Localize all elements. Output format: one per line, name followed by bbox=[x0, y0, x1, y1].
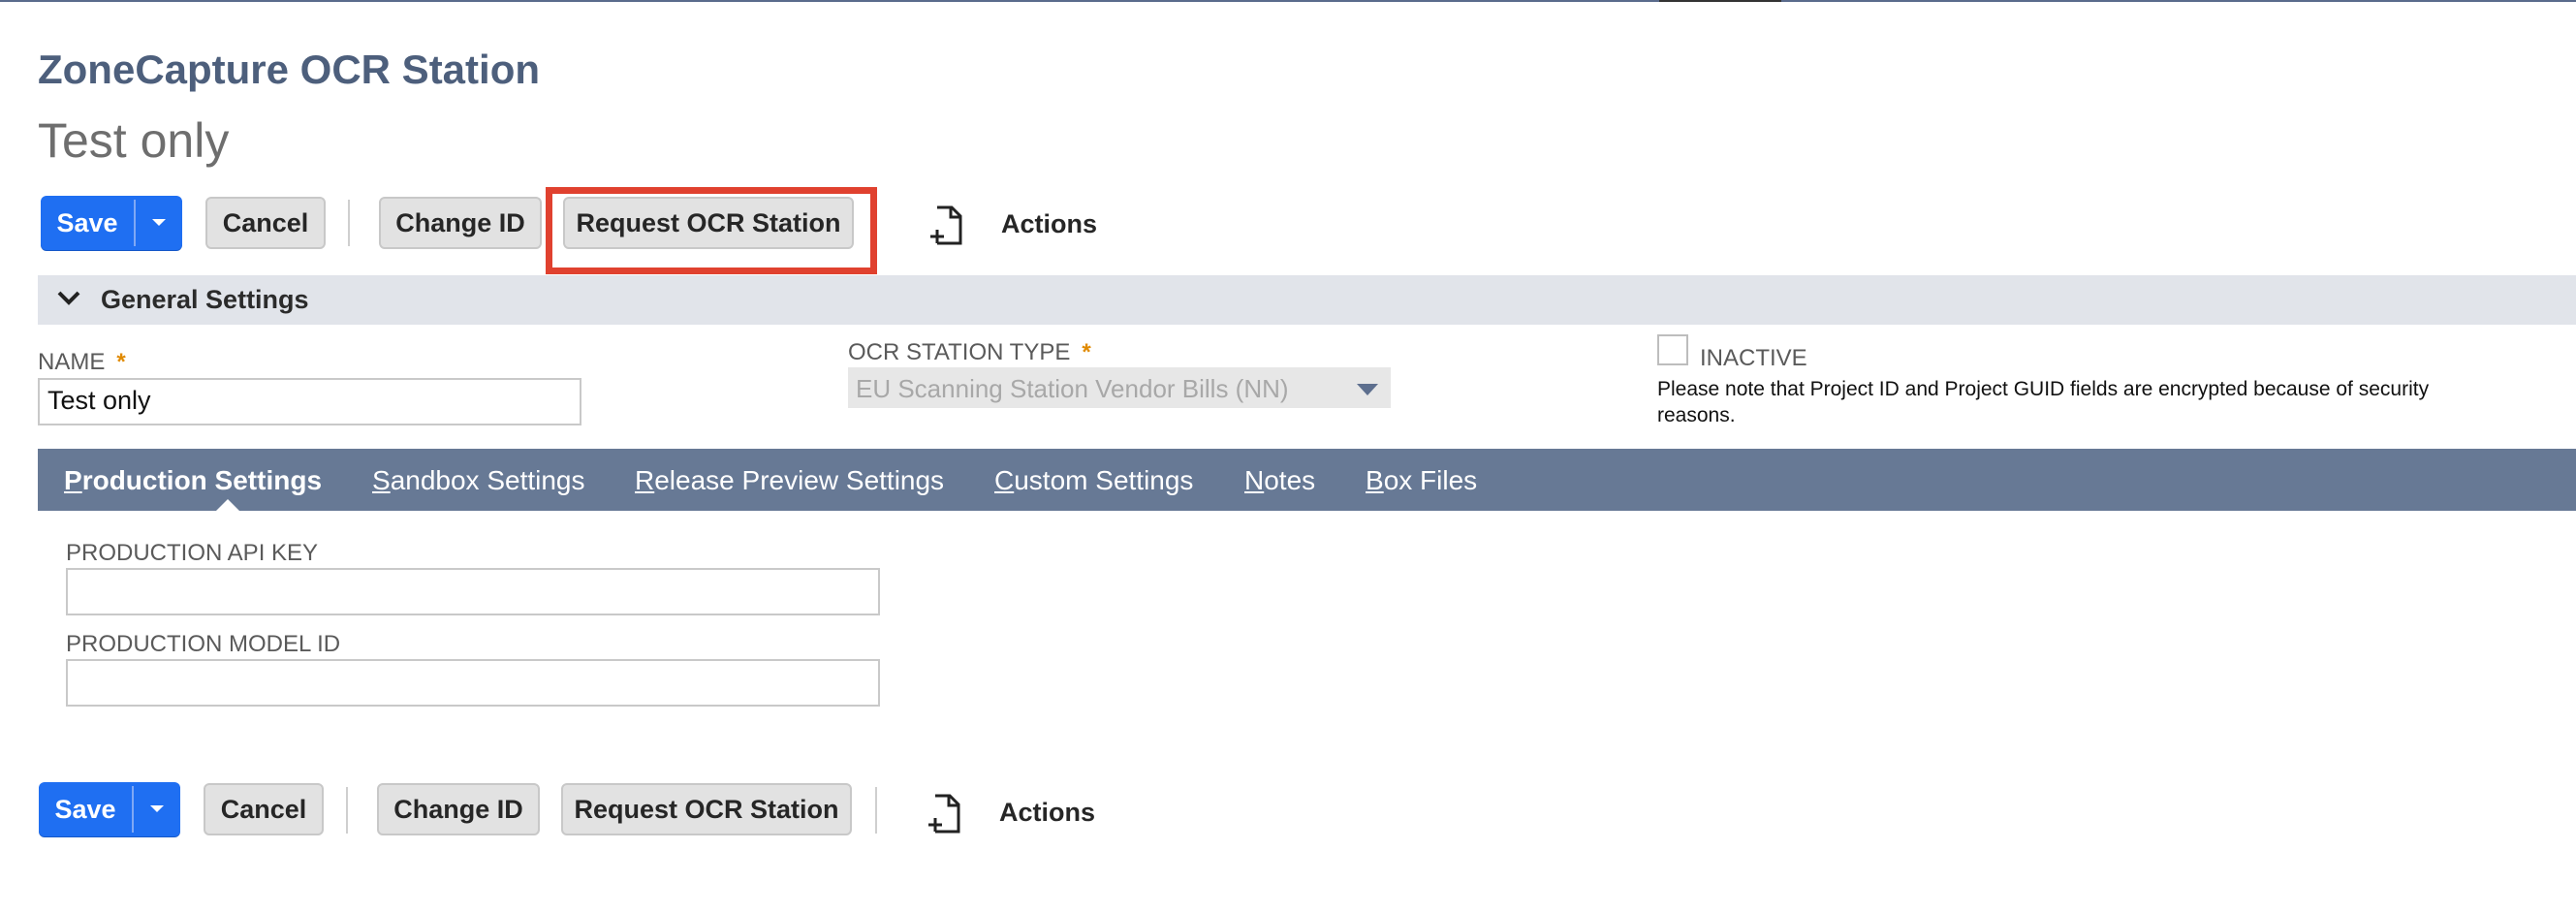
active-tab-pointer bbox=[216, 499, 239, 511]
save-button[interactable]: Save bbox=[41, 196, 134, 250]
save-button-group[interactable]: Save bbox=[39, 782, 180, 836]
cancel-button[interactable]: Cancel bbox=[205, 197, 326, 249]
bottom-button-bar: Save Cancel Change ID Request OCR Statio… bbox=[0, 777, 1260, 839]
chevron-down-icon bbox=[57, 291, 80, 305]
toolbar-divider bbox=[346, 787, 348, 834]
actions-menu[interactable]: Actions bbox=[999, 798, 1095, 828]
highlight-annotation-box bbox=[546, 187, 877, 274]
ocr-station-type-label: OCR STATION TYPE * bbox=[848, 339, 1091, 365]
toolbar-divider bbox=[348, 200, 350, 246]
record-name: Test only bbox=[38, 113, 230, 168]
add-document-icon[interactable] bbox=[927, 205, 966, 247]
actions-menu[interactable]: Actions bbox=[1001, 209, 1097, 239]
save-button[interactable]: Save bbox=[39, 782, 132, 836]
tab-production-settings[interactable]: Production Settings bbox=[64, 465, 322, 496]
request-ocr-station-button[interactable]: Request OCR Station bbox=[561, 783, 852, 835]
tab-notes[interactable]: Notes bbox=[1244, 465, 1315, 496]
inactive-checkbox[interactable] bbox=[1657, 334, 1688, 365]
encryption-note: Please note that Project ID and Project … bbox=[1657, 378, 2430, 426]
top-button-bar: Save Cancel Change ID Request OCR Statio… bbox=[0, 187, 1260, 274]
section-title: General Settings bbox=[101, 285, 309, 314]
subtab-bar: Production Settings Sandbox Settings Rel… bbox=[38, 449, 2576, 511]
dropdown-arrow-icon bbox=[1357, 384, 1378, 395]
save-dropdown-button[interactable] bbox=[136, 196, 182, 250]
production-api-key-label: PRODUCTION API KEY bbox=[66, 540, 319, 566]
inactive-label: INACTIVE bbox=[1700, 345, 1807, 371]
name-input[interactable]: Test only bbox=[38, 378, 581, 425]
change-id-button[interactable]: Change ID bbox=[377, 783, 540, 835]
ocr-station-type-select: EU Scanning Station Vendor Bills (NN) bbox=[848, 367, 1391, 408]
tab-release-preview-settings[interactable]: Release Preview Settings bbox=[635, 465, 944, 496]
tab-box-files[interactable]: Box Files bbox=[1366, 465, 1477, 496]
tab-sandbox-settings[interactable]: Sandbox Settings bbox=[372, 465, 585, 496]
top-border bbox=[0, 0, 2576, 2]
save-dropdown-button[interactable] bbox=[134, 782, 180, 836]
caret-down-icon bbox=[150, 805, 164, 812]
production-model-id-label: PRODUCTION MODEL ID bbox=[66, 631, 341, 657]
production-model-id-input[interactable] bbox=[66, 659, 880, 707]
required-marker: * bbox=[1082, 339, 1091, 365]
add-document-icon[interactable] bbox=[926, 793, 964, 835]
top-border-indicator bbox=[1659, 0, 1781, 2]
toolbar-divider bbox=[875, 787, 877, 834]
change-id-button[interactable]: Change ID bbox=[379, 197, 542, 249]
required-marker: * bbox=[116, 349, 126, 375]
production-api-key-input[interactable] bbox=[66, 568, 880, 615]
page-title: ZoneCapture OCR Station bbox=[38, 47, 541, 92]
save-button-group[interactable]: Save bbox=[41, 196, 182, 250]
name-label: NAME * bbox=[38, 349, 126, 375]
ocr-station-type-value: EU Scanning Station Vendor Bills (NN) bbox=[856, 374, 1289, 403]
general-settings-header[interactable]: General Settings bbox=[38, 275, 2576, 325]
caret-down-icon bbox=[152, 219, 166, 226]
tab-custom-settings[interactable]: Custom Settings bbox=[994, 465, 1193, 496]
cancel-button[interactable]: Cancel bbox=[204, 783, 324, 835]
